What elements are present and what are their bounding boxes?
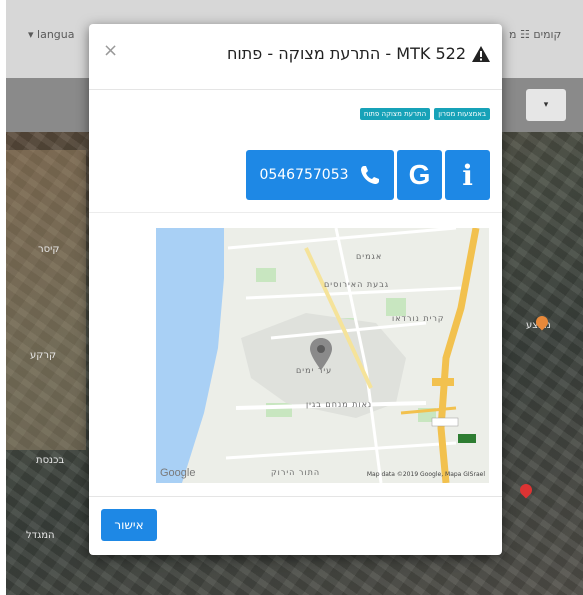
google-icon: G xyxy=(408,159,431,190)
sea-area xyxy=(156,228,224,483)
info-icon: i xyxy=(462,158,473,192)
nav-menu[interactable]: קומים ☷ מ xyxy=(509,28,561,41)
google-button[interactable]: G xyxy=(397,150,442,200)
background-map-label: קיסר xyxy=(38,244,60,255)
map-area-label: גבעת האירוסים xyxy=(324,280,390,289)
map-attribution[interactable]: Map data ©2019 Google, Mapa GISrael xyxy=(367,471,485,478)
park-area xyxy=(256,268,276,282)
google-logo[interactable]: Google xyxy=(160,467,195,479)
map-area-label: קרית נורדאו xyxy=(392,314,445,323)
map-area-label: עיר ימים xyxy=(296,366,333,375)
background-sand-area xyxy=(6,150,86,450)
warning-icon xyxy=(472,45,490,62)
alert-modal: × MTK 522 - התרעת מצוקה - פתוח באמצעות מ… xyxy=(89,24,502,555)
language-link[interactable]: ▾ langua xyxy=(28,28,74,41)
ok-button[interactable]: אישור xyxy=(101,509,157,541)
nav-select[interactable]: ▾ xyxy=(526,89,566,121)
action-buttons: i G 0546757053 xyxy=(246,150,490,200)
close-button[interactable]: × xyxy=(103,40,118,61)
background-map-label: קרקע xyxy=(30,350,57,361)
background-map-label: בכנסת xyxy=(36,455,65,466)
modal-footer: אישור xyxy=(89,496,502,555)
background-map-label: המגדל xyxy=(26,530,55,541)
map-area-label: נאות מנחם בגין xyxy=(306,400,373,409)
status-badge: התרעת מצוקה פתוח xyxy=(359,108,431,120)
map-area-label: התור הירוק xyxy=(271,468,321,477)
map-area-label: אגמים xyxy=(356,252,383,261)
modal-title: MTK 522 - התרעת מצוקה - פתוח xyxy=(227,44,490,63)
info-button[interactable]: i xyxy=(445,150,490,200)
sms-badge: באמצעות מסרון xyxy=(434,108,490,120)
modal-header: × MTK 522 - התרעת מצוקה - פתוח xyxy=(89,24,502,90)
phone-icon xyxy=(360,166,379,184)
phone-button[interactable]: 0546757053 xyxy=(246,150,394,200)
modal-title-text: MTK 522 - התרעת מצוקה - פתוח xyxy=(226,44,466,63)
location-map[interactable]: אגמים גבעת האירוסים קרית נורדאו עיר ימים… xyxy=(156,228,489,483)
map-graphic xyxy=(156,228,480,483)
divider xyxy=(89,212,502,213)
phone-number: 0546757053 xyxy=(259,167,349,183)
badge-list: באמצעות מסרון התרעת מצוקה פתוח xyxy=(359,108,490,120)
